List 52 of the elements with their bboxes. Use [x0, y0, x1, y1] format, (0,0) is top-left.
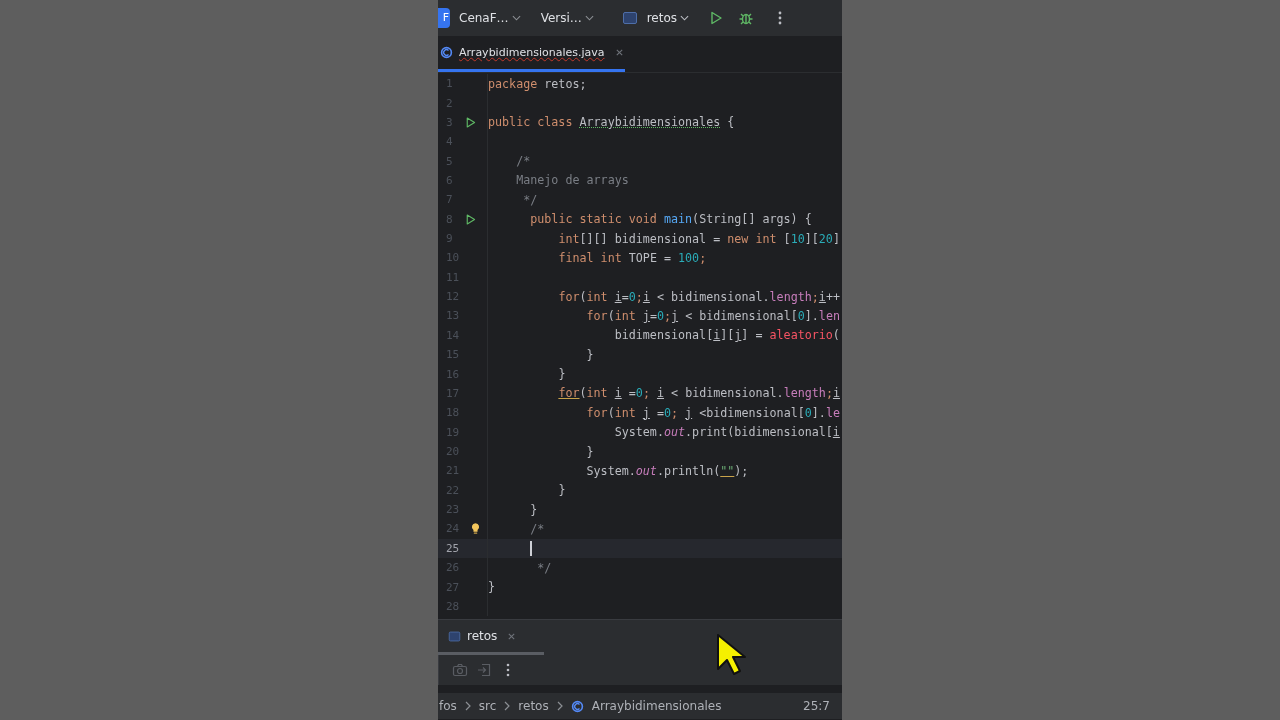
code-line: }	[557, 483, 566, 498]
window-icon	[448, 629, 461, 643]
breadcrumb[interactable]: src	[478, 699, 497, 713]
code-line: }	[585, 444, 594, 459]
code-line: Manejo de arrays	[515, 173, 629, 188]
chevron-icon	[556, 701, 563, 711]
vcs-button[interactable]: Versi…	[535, 7, 599, 29]
code-line: for(int j =0; j <bidimensional[0].le	[585, 405, 840, 420]
class-icon	[570, 699, 584, 713]
run-icon[interactable]	[464, 212, 477, 226]
project-badge[interactable]: F	[438, 8, 450, 28]
breadcrumb[interactable]: fos	[439, 699, 457, 713]
chevron-down-icon	[584, 15, 594, 21]
run-config-button[interactable]: retos	[641, 7, 694, 29]
code-line: for(int j=0;j < bidimensional[0].len	[585, 309, 840, 323]
run-icon[interactable]	[464, 115, 477, 129]
chevron-icon	[464, 701, 471, 711]
code-line: }	[585, 347, 594, 362]
code-line: */	[536, 560, 552, 575]
line-number: 25	[445, 541, 461, 555]
chevron-down-icon	[511, 15, 521, 21]
project-button[interactable]: CenaF…	[454, 7, 526, 29]
code-line: */	[522, 192, 538, 207]
editor-tab[interactable]: Arraybidimensionales.java	[438, 36, 625, 72]
lightbulb-icon[interactable]	[469, 522, 482, 536]
code-line: for(int i =0; i < bidimensional.length;i	[557, 386, 840, 401]
close-icon[interactable]	[614, 48, 624, 57]
breadcrumb[interactable]: retos	[518, 699, 549, 713]
caret-position[interactable]: 25:7	[803, 699, 830, 713]
code-line: package retos;	[488, 76, 587, 91]
code-line: /*	[515, 154, 531, 169]
window-icon	[621, 10, 638, 26]
code-line: int[][] bidimensional = new int [10][20]	[557, 231, 840, 246]
text-cursor	[530, 540, 532, 556]
mouse-pointer-icon	[716, 633, 746, 677]
code-line: }	[488, 580, 496, 594]
code-line: final int TOPE = 100;	[557, 250, 707, 265]
code-line: System.out.print(bidimensional[i	[613, 425, 840, 440]
code-line: System.out.println("");	[585, 463, 749, 478]
code-line: public class Arraybidimensionales {	[488, 115, 735, 130]
code-line: /*	[529, 521, 545, 536]
close-icon[interactable]	[507, 631, 517, 641]
code-line: }	[557, 367, 566, 382]
class-icon	[440, 46, 453, 59]
run-icon[interactable]	[708, 10, 724, 26]
breadcrumb[interactable]: Arraybidimensionales	[591, 699, 722, 713]
code-line: bidimensional[i][j] = aleatorio(	[613, 328, 840, 343]
chevron-icon	[504, 701, 511, 711]
code-line: public static void main(String[] args) {	[529, 212, 812, 227]
code-line: for(int i=0;i < bidimensional.length;i++	[557, 289, 840, 304]
chevron-down-icon	[680, 15, 689, 21]
code-line: }	[529, 502, 538, 517]
